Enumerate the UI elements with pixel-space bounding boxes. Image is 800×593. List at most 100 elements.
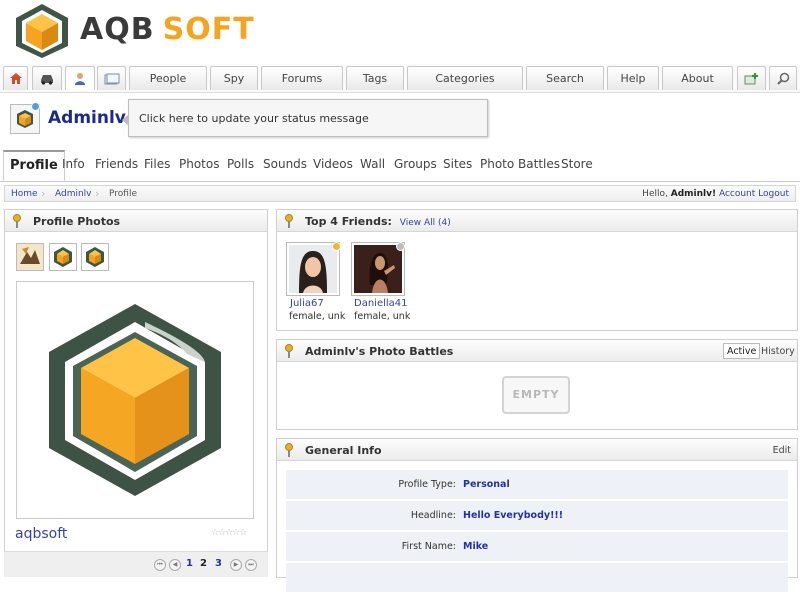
nav-home-button[interactable] bbox=[3, 66, 28, 90]
photo-thumbnail[interactable] bbox=[81, 243, 109, 271]
photo-battles-header: Adminlv's Photo Battles Active History bbox=[277, 340, 797, 362]
photo-battles-title: Adminlv's Photo Battles bbox=[305, 345, 454, 358]
tab-friends[interactable]: Friends bbox=[95, 157, 138, 171]
nav-user-button[interactable] bbox=[65, 66, 95, 90]
tab-videos[interactable]: Videos bbox=[313, 157, 353, 171]
photo-thumbnail[interactable] bbox=[49, 243, 77, 271]
tab-info[interactable]: Info bbox=[62, 157, 85, 171]
logout-link[interactable]: Logout bbox=[758, 189, 789, 199]
friend-avatar[interactable] bbox=[286, 242, 341, 296]
edit-general-info-link[interactable]: Edit bbox=[773, 445, 791, 456]
nav-tags[interactable]: Tags bbox=[346, 66, 404, 90]
pin-icon bbox=[285, 344, 293, 358]
info-row: Profile Type: Personal bbox=[286, 470, 788, 500]
breadcrumb-current: Profile bbox=[109, 189, 137, 199]
main-profile-photo[interactable] bbox=[16, 281, 254, 519]
tab-photos[interactable]: Photos bbox=[179, 157, 219, 171]
nav-about[interactable]: About bbox=[662, 66, 733, 90]
status-message-input[interactable]: Click here to update your status message bbox=[122, 99, 488, 137]
battles-tab-active[interactable]: Active bbox=[723, 343, 761, 359]
tab-sounds[interactable]: Sounds bbox=[263, 157, 307, 171]
view-all-friends-link[interactable]: View All (4) bbox=[400, 218, 451, 228]
last-page-icon[interactable]: ⏭ bbox=[245, 559, 257, 571]
first-page-icon[interactable]: ⏮ bbox=[154, 559, 166, 571]
profile-tabs: Profile Info Friends Files Photos Polls … bbox=[0, 150, 800, 182]
tab-polls[interactable]: Polls bbox=[227, 157, 254, 171]
nav-zoom-button[interactable] bbox=[769, 66, 797, 90]
friend-name[interactable]: Julia67 bbox=[290, 298, 324, 309]
nav-forums[interactable]: Forums bbox=[261, 66, 343, 90]
profile-photos-header: Profile Photos bbox=[5, 210, 267, 232]
nav-spy[interactable]: Spy bbox=[210, 66, 258, 90]
site-logo[interactable]: AQB SOFT bbox=[12, 2, 272, 60]
tab-sites[interactable]: Sites bbox=[443, 157, 472, 171]
tab-profile[interactable]: Profile bbox=[3, 150, 65, 181]
tab-groups[interactable]: Groups bbox=[394, 157, 437, 171]
logo-text-aqb: AQB bbox=[80, 12, 155, 47]
breadcrumb-separator-icon: › bbox=[41, 187, 46, 200]
breadcrumb-user[interactable]: Adminlv bbox=[55, 189, 92, 199]
pin-icon bbox=[13, 214, 21, 228]
zoom-icon bbox=[776, 72, 789, 85]
pin-icon bbox=[285, 443, 293, 457]
friend-name[interactable]: Daniella41 bbox=[354, 298, 408, 309]
profile-username: Adminlv bbox=[48, 108, 126, 128]
breadcrumb-home[interactable]: Home bbox=[11, 189, 38, 199]
info-row: Headline: Hello Everybody!!! bbox=[286, 501, 788, 531]
friend-status-icon bbox=[396, 242, 405, 251]
general-info-header: General Info Edit bbox=[277, 439, 797, 461]
info-value[interactable]: Personal bbox=[463, 479, 510, 490]
tab-photo-battles[interactable]: Photo Battles bbox=[480, 157, 560, 171]
friend-info: female, unk bbox=[289, 311, 346, 322]
add-photo-icon bbox=[744, 73, 758, 85]
car-icon bbox=[41, 74, 53, 85]
info-label: First Name: bbox=[401, 541, 456, 552]
general-info-table: Profile Type: Personal Headline: Hello E… bbox=[286, 470, 788, 593]
breadcrumb-separator-icon: › bbox=[95, 187, 100, 200]
previous-page-icon[interactable]: ◀ bbox=[169, 559, 181, 571]
nav-add-photo-button[interactable] bbox=[737, 66, 766, 90]
photo-thumbnail[interactable] bbox=[16, 243, 44, 271]
info-row bbox=[286, 563, 788, 593]
user-icon bbox=[75, 73, 85, 85]
site-logo-text: AQB SOFT bbox=[80, 12, 255, 47]
account-link[interactable]: Account bbox=[719, 189, 755, 199]
online-status-icon bbox=[31, 102, 40, 111]
user-avatar[interactable] bbox=[10, 102, 40, 134]
greeting-name: Adminlv! bbox=[670, 189, 717, 199]
nav-categories[interactable]: Categories bbox=[407, 66, 523, 90]
messages-icon bbox=[104, 73, 119, 84]
tab-wall[interactable]: Wall bbox=[360, 157, 385, 171]
general-info-title: General Info bbox=[305, 444, 382, 457]
breadcrumb: Home › Adminlv › Profile Hello, Adminlv!… bbox=[4, 185, 796, 202]
woman-portrait-icon bbox=[354, 245, 402, 293]
info-value[interactable]: Mike bbox=[463, 541, 488, 552]
photo-title-link[interactable]: aqbsoft bbox=[15, 526, 67, 542]
battles-tab-history[interactable]: History bbox=[761, 346, 795, 357]
friend-status-icon bbox=[332, 242, 341, 251]
info-label: Headline: bbox=[410, 510, 456, 521]
tab-files[interactable]: Files bbox=[144, 157, 170, 171]
info-row: First Name: Mike bbox=[286, 532, 788, 562]
page-link-1[interactable]: 1 bbox=[186, 558, 193, 569]
artwork-thumbnail-icon bbox=[17, 244, 43, 270]
friend-avatar[interactable] bbox=[351, 242, 405, 296]
info-value[interactable]: Hello Everybody!!! bbox=[463, 510, 563, 521]
nav-messages-button[interactable] bbox=[97, 66, 126, 90]
photo-pager: ⏮ ◀ 1 2 3 ▶ ⏭ bbox=[4, 551, 268, 577]
home-icon bbox=[9, 73, 22, 84]
page-link-3[interactable]: 3 bbox=[215, 558, 222, 569]
nav-people[interactable]: People bbox=[129, 66, 207, 90]
next-page-icon[interactable]: ▶ bbox=[230, 559, 242, 571]
tab-store[interactable]: Store bbox=[561, 157, 593, 171]
nav-car-button[interactable] bbox=[32, 66, 62, 90]
nav-search[interactable]: Search bbox=[526, 66, 604, 90]
nav-help[interactable]: Help bbox=[607, 66, 659, 90]
profile-photos-title: Profile Photos bbox=[33, 215, 121, 228]
logo-text-soft: SOFT bbox=[162, 12, 255, 47]
cube-thumbnail-icon bbox=[86, 247, 104, 267]
top-friends-title: Top 4 Friends: bbox=[305, 215, 392, 228]
rating-stars[interactable]: ☆☆☆☆☆ bbox=[211, 528, 247, 538]
woman-portrait-icon bbox=[289, 245, 337, 293]
top-navigation: People Spy Forums Tags Categories Search… bbox=[0, 64, 800, 93]
